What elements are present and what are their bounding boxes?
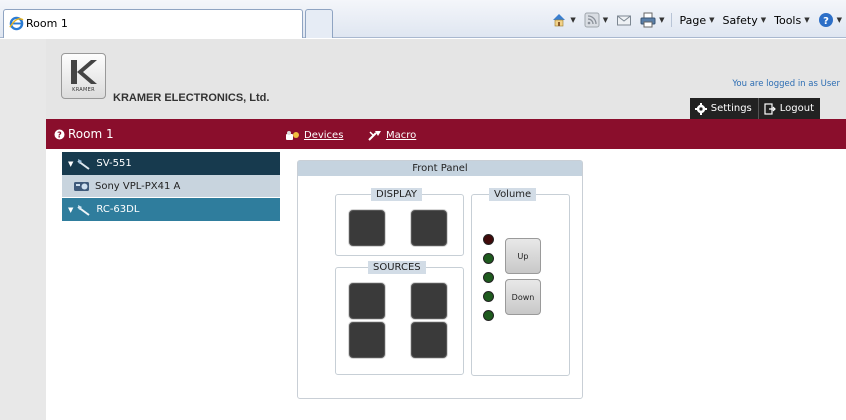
- logout-label: Logout: [779, 103, 814, 114]
- help-icon: ?: [818, 13, 833, 27]
- site-header: KRAMER KRAMER ELECTRONICS, Ltd. You are …: [46, 39, 846, 119]
- browser-tab[interactable]: Room 1: [3, 9, 303, 38]
- device-wand-icon: [77, 204, 90, 216]
- sources-group: SOURCES: [335, 261, 464, 375]
- home-dropdown-icon[interactable]: ▼: [570, 16, 575, 24]
- tree-item-label: Sony VPL-PX41 A: [95, 180, 181, 192]
- volume-led-3: [483, 272, 494, 283]
- page-viewport: KRAMER KRAMER ELECTRONICS, Ltd. You are …: [0, 39, 846, 420]
- info-icon: ?: [54, 129, 65, 139]
- source-button-2[interactable]: [410, 282, 448, 320]
- tree-item-label: SV-551: [96, 158, 132, 169]
- front-panel-title: Front Panel: [298, 161, 582, 176]
- devices-icon: [286, 130, 299, 140]
- login-status: You are logged in as User: [732, 79, 840, 89]
- toolbar-separator: [670, 13, 672, 27]
- safety-menu-label: Safety: [722, 13, 758, 27]
- volume-led-4: [483, 291, 494, 302]
- front-panel: Front Panel DISPLAY SOURCES Volume Up Do…: [297, 160, 583, 399]
- kramer-logo: KRAMER: [61, 53, 106, 99]
- devices-label: Devices: [304, 130, 344, 141]
- tree-item-label: RC-63DL: [96, 204, 140, 215]
- room-title-label: Room 1: [68, 127, 114, 141]
- feeds-button[interactable]: ▼: [584, 12, 608, 28]
- tools-dropdown-icon: ▼: [804, 16, 810, 24]
- source-button-4[interactable]: [410, 321, 448, 359]
- volume-down-button[interactable]: Down: [505, 279, 541, 315]
- display-legend: DISPLAY: [371, 188, 423, 201]
- expand-arrow-icon: ▼: [68, 205, 74, 214]
- svg-text:?: ?: [57, 130, 62, 139]
- home-icon: [553, 14, 566, 27]
- mail-icon: [617, 15, 632, 26]
- tree-item-sony-vpl-px41[interactable]: Sony VPL-PX41 A: [62, 175, 280, 198]
- macro-icon: [368, 131, 381, 141]
- browser-toolbar: Room 1 ▼ ▼ ▼ Page ▼ Safety ▼ Tools ▼ ? ▼: [0, 0, 846, 38]
- print-dropdown-icon[interactable]: ▼: [659, 16, 664, 24]
- help-dropdown-icon: ▼: [836, 16, 842, 24]
- settings-button[interactable]: Settings: [689, 98, 758, 119]
- browser-tab-title: Room 1: [26, 17, 68, 30]
- source-button-3[interactable]: [348, 321, 386, 359]
- volume-led-1: [483, 234, 494, 245]
- room-bar: ? Room 1 Devices Macro: [46, 119, 846, 149]
- feeds-dropdown-icon[interactable]: ▼: [603, 16, 608, 24]
- volume-led-2: [483, 253, 494, 264]
- print-button[interactable]: ▼: [640, 12, 665, 28]
- volume-led-5: [483, 310, 494, 321]
- macro-label: Macro: [386, 130, 417, 141]
- volume-legend: Volume: [489, 188, 537, 201]
- display-button-2[interactable]: [410, 209, 448, 247]
- expand-arrow-icon: ▼: [68, 159, 74, 168]
- printer-icon: [640, 12, 656, 28]
- kramer-k-icon: [71, 60, 97, 84]
- tree-item-rc-63dl[interactable]: ▼ RC-63DL: [62, 198, 280, 221]
- page-menu[interactable]: Page ▼: [680, 14, 715, 27]
- page-dropdown-icon: ▼: [709, 16, 715, 24]
- logout-button[interactable]: Logout: [757, 98, 820, 119]
- command-bar: ▼ ▼ ▼ Page ▼ Safety ▼ Tools ▼ ? ▼: [543, 10, 842, 30]
- tools-menu[interactable]: Tools ▼: [774, 14, 810, 27]
- room-title: ? Room 1: [54, 127, 114, 141]
- tools-menu-label: Tools: [774, 13, 802, 27]
- volume-up-button[interactable]: Up: [505, 238, 541, 274]
- device-wand-icon: [77, 158, 90, 170]
- browser-window: Room 1 ▼ ▼ ▼ Page ▼ Safety ▼ Tools ▼ ? ▼…: [0, 0, 846, 420]
- gear-icon: [694, 102, 707, 115]
- home-button[interactable]: ▼: [551, 12, 576, 28]
- page-content: KRAMER KRAMER ELECTRONICS, Ltd. You are …: [46, 39, 846, 420]
- sources-legend: SOURCES: [368, 261, 426, 274]
- header-buttons: Settings Logout: [689, 98, 820, 119]
- logout-icon: [764, 102, 776, 115]
- logo-caption: KRAMER: [72, 87, 95, 93]
- help-button[interactable]: ? ▼: [818, 12, 842, 28]
- projector-icon: [74, 181, 89, 191]
- display-button-1[interactable]: [348, 209, 386, 247]
- new-tab-button[interactable]: [305, 9, 333, 38]
- rss-icon: [584, 12, 600, 28]
- svg-text:?: ?: [823, 16, 829, 27]
- ie-logo-icon: [9, 16, 24, 31]
- safety-menu[interactable]: Safety ▼: [723, 14, 767, 27]
- safety-dropdown-icon: ▼: [760, 16, 767, 24]
- macro-link[interactable]: Macro: [368, 130, 416, 141]
- brand-name: KRAMER ELECTRONICS, Ltd.: [113, 92, 270, 104]
- page-menu-label: Page: [679, 13, 707, 27]
- source-button-1[interactable]: [348, 282, 386, 320]
- display-group: DISPLAY: [335, 188, 464, 256]
- settings-label: Settings: [710, 103, 752, 114]
- tree-item-sv-551[interactable]: ▼ SV-551: [62, 152, 280, 175]
- mail-button[interactable]: [616, 12, 632, 28]
- volume-group: Volume Up Down: [471, 188, 570, 376]
- device-tree: ▼ SV-551 Sony VPL-PX41 A ▼ RC-63DL: [62, 152, 280, 221]
- devices-link[interactable]: Devices: [286, 130, 343, 141]
